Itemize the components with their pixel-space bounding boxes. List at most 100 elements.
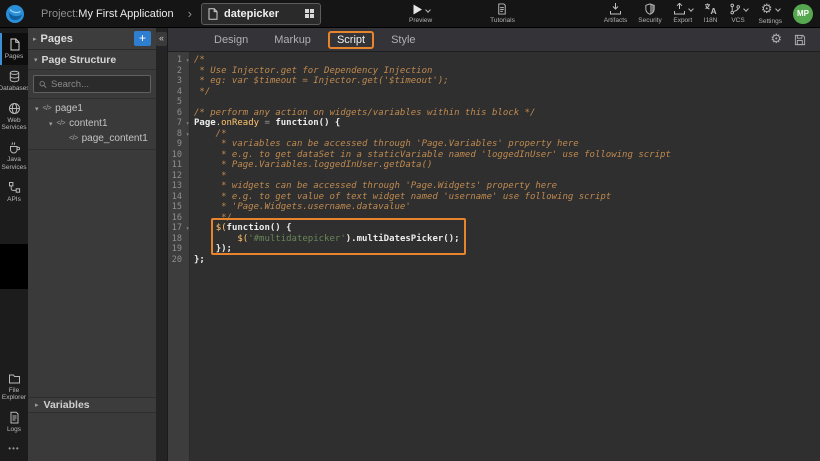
code-line[interactable]: * widgets can be accessed through 'Page.… [190, 181, 820, 192]
code-line[interactable]: /* [190, 129, 820, 140]
line-number: 3 [168, 76, 189, 87]
panel-collapse-button[interactable]: « [156, 32, 167, 46]
page-tab-label: datepicker [224, 8, 299, 20]
search-icon [39, 80, 47, 89]
expand-arrow-icon: ▾ [49, 120, 53, 128]
code-line[interactable]: /* perform any action on widgets/variabl… [190, 108, 820, 119]
left-icon-rail: Pages Databases Web Services Java Servic… [0, 28, 28, 461]
artifacts-button[interactable]: Artifacts [604, 3, 627, 24]
pages-panel-header[interactable]: ▸ Pages + [28, 28, 156, 50]
export-button[interactable]: Export [673, 3, 693, 24]
line-number: 9 [168, 139, 189, 150]
line-number: 12 [168, 171, 189, 182]
i18n-button[interactable]: A I18N [704, 3, 718, 24]
line-number[interactable]: 8▾ [168, 129, 189, 140]
code-line[interactable]: $(function() { [190, 223, 820, 234]
user-avatar[interactable]: MP [793, 4, 813, 24]
tutorials-button[interactable]: Tutorials [490, 3, 515, 24]
tab-design[interactable]: Design [214, 34, 248, 46]
sidebar-item-apis[interactable]: APIs [0, 176, 28, 208]
code-line[interactable]: * [190, 171, 820, 182]
line-number: 14 [168, 192, 189, 203]
i18n-translate-icon: A [704, 3, 717, 15]
editor-actions: ⚙ [770, 33, 820, 46]
tab-script[interactable]: Script [328, 31, 374, 49]
file-icon [208, 8, 218, 20]
editor-area: Design Markup Script Style ⚙ 1▾234567▾8▾… [168, 28, 820, 461]
sidebar-item-logs[interactable]: Logs [0, 406, 28, 438]
tree-node-label: content1 [69, 118, 107, 129]
line-number[interactable]: 17▾ [168, 223, 189, 234]
collapse-arrow-icon: ▸ [35, 401, 39, 409]
sidebar-item-web-services[interactable]: Web Services [0, 97, 28, 137]
vcs-branch-icon [729, 3, 741, 15]
search-input[interactable] [51, 79, 145, 90]
wavemaker-logo-icon[interactable] [5, 4, 25, 24]
line-number: 13 [168, 181, 189, 192]
code-line[interactable]: }); [190, 244, 820, 255]
code-line[interactable]: */ [190, 213, 820, 224]
code-line[interactable] [190, 97, 820, 108]
chevron-down-icon [743, 6, 749, 12]
variables-section-header[interactable]: ▸ Variables [28, 397, 156, 413]
line-number[interactable]: 1▾ [168, 55, 189, 66]
page-structure-header[interactable]: ▾ Page Structure [28, 50, 156, 70]
pages-panel-title: Pages [41, 33, 130, 45]
breadcrumb: Project:My First Application [41, 8, 174, 20]
code-editor[interactable]: 1▾234567▾8▾91011121314151617▾181920 /* *… [168, 52, 820, 461]
settings-button[interactable]: ⚙ Settings [759, 3, 783, 25]
code-line[interactable]: Page.onReady = function() { [190, 118, 820, 129]
export-upload-icon [673, 3, 686, 15]
more-options-button[interactable]: ••• [8, 438, 19, 461]
add-page-button[interactable]: + [134, 31, 151, 46]
widget-code-icon: </> [69, 135, 78, 142]
folder-icon [8, 372, 21, 385]
security-button[interactable]: Security [638, 3, 661, 24]
sidebar-item-java-services[interactable]: Java Services [0, 136, 28, 176]
code-line[interactable]: * eg: var $timeout = Injector.get('$time… [190, 76, 820, 87]
line-number[interactable]: 7▾ [168, 118, 189, 129]
globe-icon [8, 102, 21, 115]
sidebar-item-file-explorer[interactable]: File Explorer [0, 367, 28, 407]
logs-icon [8, 411, 21, 424]
code-line[interactable]: * e.g. to get value of text widget named… [190, 192, 820, 203]
tree-node-page1[interactable]: ▾ </> page1 [28, 101, 156, 116]
collapse-arrow-icon: ▸ [33, 35, 37, 43]
tab-markup[interactable]: Markup [274, 34, 311, 46]
preview-button[interactable]: Preview [409, 4, 432, 24]
sidebar-item-pages[interactable]: Pages [0, 33, 28, 65]
variables-title: Variables [44, 399, 90, 411]
coffee-icon [8, 141, 21, 154]
chevron-down-icon [688, 6, 694, 12]
search-box[interactable] [33, 75, 151, 93]
svg-text:A: A [711, 6, 717, 15]
page-tab-datepicker[interactable]: datepicker [201, 3, 321, 25]
code-line[interactable]: * e.g. to get dataSet in a staticVariabl… [190, 150, 820, 161]
artifacts-download-icon [609, 3, 622, 15]
page-structure-title: Page Structure [42, 54, 117, 66]
editor-settings-gear-icon[interactable]: ⚙ [770, 33, 782, 46]
sidebar-item-databases[interactable]: Databases [0, 65, 28, 97]
code-line[interactable]: * variables can be accessed through 'Pag… [190, 139, 820, 150]
tree-node-page-content1[interactable]: </> page_content1 [28, 131, 156, 146]
line-number: 18 [168, 234, 189, 245]
code-line[interactable]: $('#multidatepicker').multiDatesPicker()… [190, 234, 820, 245]
line-number: 5 [168, 97, 189, 108]
tree-node-content1[interactable]: ▾ </> content1 [28, 116, 156, 131]
code-line[interactable]: */ [190, 87, 820, 98]
code-line[interactable]: * 'Page.Widgets.username.datavalue' [190, 202, 820, 213]
gutter: 1▾234567▾8▾91011121314151617▾181920 [168, 52, 190, 461]
code-line[interactable]: /* [190, 55, 820, 66]
line-number: 6 [168, 108, 189, 119]
code-line[interactable]: * Use Injector.get for Dependency Inject… [190, 66, 820, 77]
code-line[interactable]: * Page.Variables.loggedInUser.getData() [190, 160, 820, 171]
pages-icon [8, 38, 21, 51]
api-icon [8, 181, 21, 194]
page-switcher-grid-icon[interactable] [305, 9, 314, 18]
vcs-button[interactable]: VCS [729, 3, 748, 24]
panel-collapse-strip: « [156, 28, 168, 461]
search-container [28, 70, 156, 99]
tab-style[interactable]: Style [391, 34, 415, 46]
save-icon[interactable] [794, 34, 806, 46]
code-line[interactable]: }; [190, 255, 820, 266]
